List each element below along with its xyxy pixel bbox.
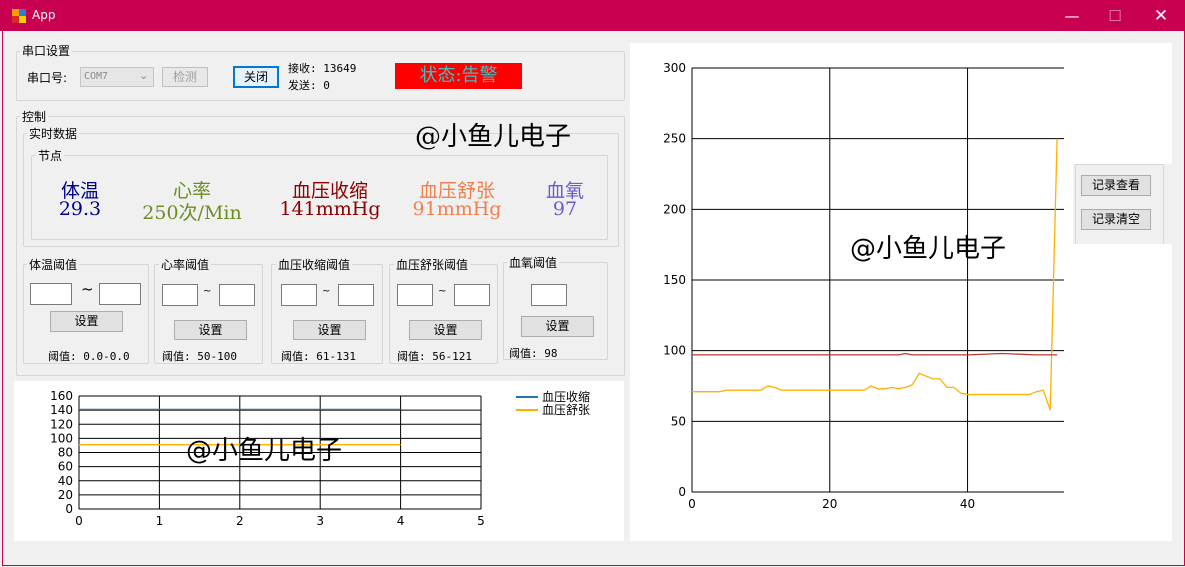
chart-watermark: @小鱼儿电子 — [850, 234, 1006, 264]
vitals-chart-panel-right — [1073, 244, 1172, 541]
close-port-button[interactable]: 关闭 — [233, 66, 279, 88]
realtime-group-title: 实时数据 — [27, 125, 80, 142]
y-tick-label: 80 — [58, 446, 73, 460]
port-label: 串口号: — [27, 71, 68, 85]
x-tick-label: 3 — [316, 514, 324, 528]
x-tick-label: 4 — [397, 514, 405, 528]
x-tick-label: 2 — [236, 514, 244, 528]
bp-chart: 020406080100120140160 0 1 2 3 4 5 血压收缩血压舒张 @小鱼儿电… — [50, 389, 590, 528]
x-tick-label: 0 — [75, 514, 83, 528]
vitals-chart-panel: 05010015020025030002040体温心率血氧@小鱼儿电子 — [630, 43, 1138, 541]
diastolic-range-sep: ~ — [438, 286, 447, 297]
watermark: @小鱼儿电子 — [415, 122, 572, 152]
y-tick-label: 140 — [50, 403, 73, 417]
metric-temp-value: 29.3 — [58, 198, 102, 220]
y-tick-label: 0 — [65, 502, 73, 516]
systolic-threshold-value: 阈值: 61-131 — [281, 350, 356, 363]
y-tick-label: 300 — [663, 61, 686, 75]
view-records-button[interactable]: 记录查看 — [1081, 175, 1151, 196]
metric-systolic-value: 141mmHg — [279, 198, 381, 220]
temp-threshold-value: 阈值: 0.0-0.0 — [48, 350, 130, 363]
temp-max-input[interactable] — [99, 283, 141, 305]
port-select[interactable]: COM7 ⌄ — [80, 67, 154, 87]
systolic-set-button[interactable]: 设置 — [293, 320, 366, 340]
metric-diastolic-value: 91mmHg — [412, 198, 502, 220]
heart-min-input[interactable] — [162, 284, 198, 306]
spo2-threshold-title: 血氧阈值 — [507, 254, 560, 271]
y-tick-label: 0 — [678, 485, 686, 499]
spo2-threshold-value: 阈值: 98 — [509, 347, 558, 360]
y-tick-label: 250 — [663, 132, 686, 146]
vitals-legend-panel — [1073, 43, 1172, 164]
maximize-icon[interactable]: ☐ — [1105, 6, 1125, 26]
recv-count: 接收: 13649 — [288, 62, 357, 75]
diastolic-threshold-value: 阈值: 56-121 — [397, 350, 472, 363]
diastolic-set-button[interactable]: 设置 — [409, 320, 482, 340]
serial-group-title: 串口设置 — [20, 42, 73, 59]
x-tick-label: 1 — [156, 514, 164, 528]
y-tick-label: 100 — [50, 431, 73, 445]
temp-set-button[interactable]: 设置 — [50, 311, 123, 332]
spo2-input[interactable] — [531, 284, 567, 306]
y-tick-label: 50 — [671, 414, 686, 428]
chart-watermark: @小鱼儿电子 — [186, 436, 342, 466]
y-tick-label: 40 — [58, 474, 73, 488]
temp-range-sep: ~ — [81, 280, 94, 298]
x-tick-label: 0 — [688, 497, 696, 511]
window-title: App — [32, 8, 56, 22]
chevron-down-icon: ⌄ — [139, 69, 149, 82]
metric-spo2-value: 97 — [552, 198, 578, 220]
temp-min-input[interactable] — [30, 283, 72, 305]
control-group-title: 控制 — [20, 108, 49, 125]
systolic-min-input[interactable] — [281, 284, 317, 306]
spo2-set-button[interactable]: 设置 — [521, 316, 594, 337]
vitals-chart: 05010015020025030002040体温心率血氧@小鱼儿电子 — [663, 61, 1138, 511]
app-icon — [12, 9, 26, 23]
x-tick-label: 5 — [477, 514, 485, 528]
series-line-2 — [692, 138, 1058, 411]
temp-threshold-title: 体温阈值 — [27, 256, 80, 273]
x-tick-label: 20 — [822, 497, 837, 511]
send-count: 发送: 0 — [288, 79, 330, 92]
close-icon[interactable]: ✕ — [1151, 6, 1171, 26]
diastolic-min-input[interactable] — [397, 284, 433, 306]
x-tick-label: 40 — [960, 497, 975, 511]
legend-label-1: 血压收缩 — [542, 389, 590, 404]
diastolic-max-input[interactable] — [454, 284, 490, 306]
heart-range-sep: ~ — [203, 286, 212, 297]
title-bar[interactable]: App — ☐ ✕ — [0, 0, 1185, 31]
y-tick-label: 20 — [58, 488, 73, 502]
legend-label-2: 血压舒张 — [542, 403, 590, 417]
y-tick-label: 160 — [50, 389, 73, 403]
heart-max-input[interactable] — [219, 284, 255, 306]
y-tick-label: 60 — [58, 460, 73, 474]
metric-heart-value: 250次/Min — [142, 202, 242, 224]
diastolic-threshold-title: 血压舒张阈值 — [394, 256, 471, 273]
y-tick-label: 120 — [50, 417, 73, 431]
y-tick-label: 100 — [663, 344, 686, 358]
systolic-max-input[interactable] — [338, 284, 374, 306]
systolic-range-sep: ~ — [322, 286, 331, 297]
series-line-3 — [692, 352, 1058, 356]
heart-set-button[interactable]: 设置 — [174, 320, 247, 340]
detect-button[interactable]: 检测 — [162, 67, 208, 87]
node-group-title: 节点 — [36, 147, 65, 164]
y-tick-label: 200 — [663, 202, 686, 216]
heart-threshold-title: 心率阈值 — [159, 256, 212, 273]
port-select-value: COM7 — [84, 71, 109, 82]
bp-chart-panel: 0 20 40 60 80 100 120 140 160 0 1 2 3 4 5 血压收缩 血压舒张 @小鱼儿电… — [14, 381, 624, 541]
y-tick-label: 150 — [663, 273, 686, 287]
minimize-icon[interactable]: — — [1062, 6, 1082, 26]
status-badge: 状态:告警 — [395, 63, 522, 89]
clear-records-button[interactable]: 记录清空 — [1081, 209, 1151, 230]
systolic-threshold-title: 血压收缩阈值 — [276, 256, 353, 273]
heart-threshold-value: 阈值: 50-100 — [162, 350, 237, 363]
